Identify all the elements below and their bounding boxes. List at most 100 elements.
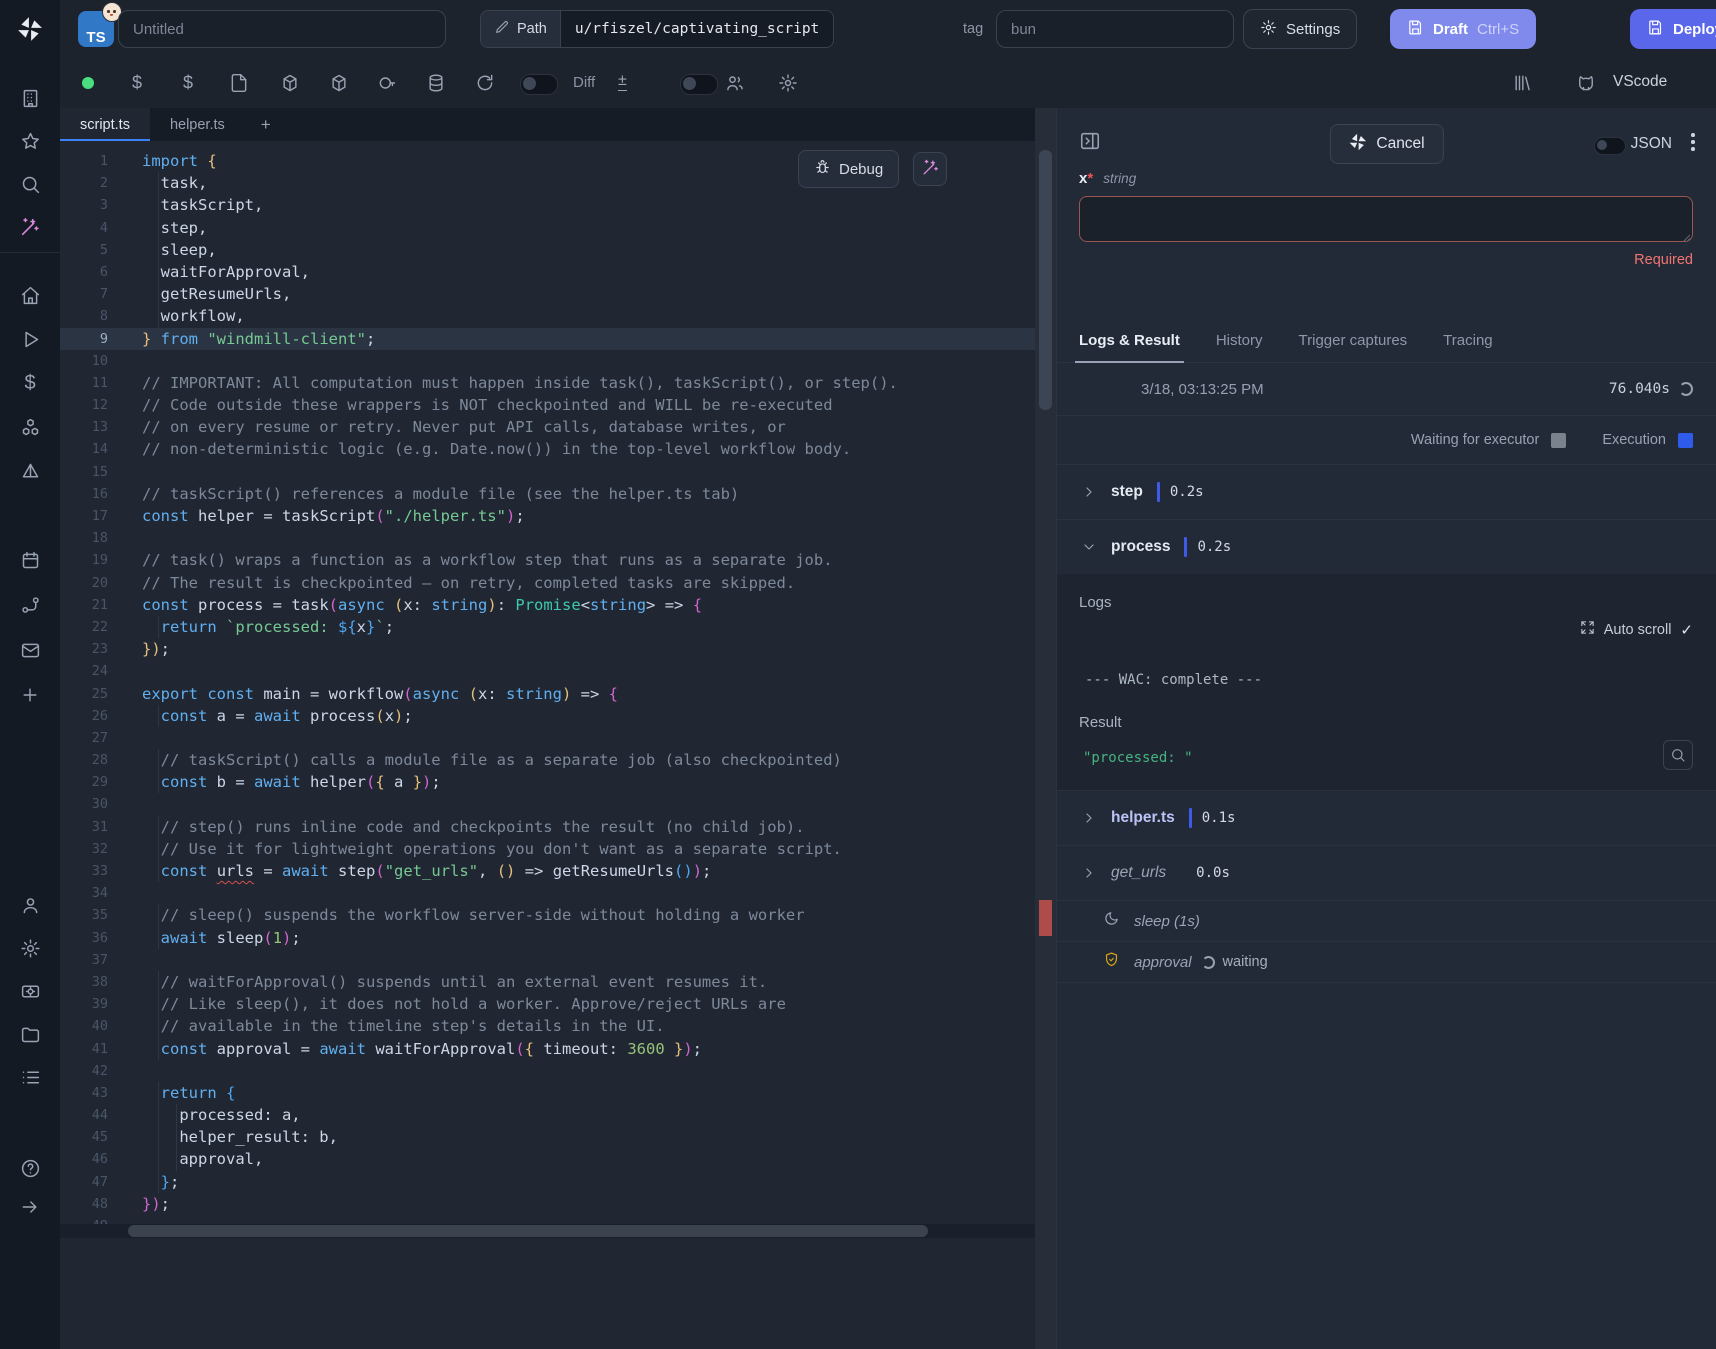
runs-play-icon[interactable] xyxy=(19,328,41,350)
collab-toggle[interactable] xyxy=(680,74,718,95)
path-edit-button[interactable]: Path xyxy=(481,11,561,47)
settings-gear-icon[interactable] xyxy=(19,937,41,959)
line-number: 8 xyxy=(60,305,122,327)
get-urls-name: get_urls xyxy=(1111,864,1166,882)
shield-icon xyxy=(1103,951,1120,973)
variables-dollar-icon[interactable]: $ xyxy=(19,372,41,394)
collapse-panel-icon[interactable] xyxy=(1079,130,1101,152)
folder-icon[interactable] xyxy=(19,1023,41,1045)
workspace-building-icon[interactable] xyxy=(19,87,41,109)
line-number: 25 xyxy=(60,683,122,705)
file-icon[interactable] xyxy=(229,73,249,93)
line-number: 7 xyxy=(60,283,122,305)
search-icon[interactable] xyxy=(19,173,41,195)
code-line: 35 // sleep() suspends the workflow serv… xyxy=(60,904,1035,926)
variables-dollar-icon[interactable]: $ xyxy=(183,73,193,94)
plus-icon[interactable] xyxy=(19,684,41,706)
cancel-label: Cancel xyxy=(1376,135,1424,153)
code-line: 16// taskScript() references a module fi… xyxy=(60,483,1035,505)
line-number: 5 xyxy=(60,239,122,261)
line-number: 6 xyxy=(60,261,122,283)
title-input[interactable] xyxy=(118,10,446,48)
favorites-star-icon[interactable] xyxy=(19,130,41,152)
resize-handle[interactable] xyxy=(1681,232,1690,241)
scrollbar-thumb[interactable] xyxy=(1039,150,1052,410)
expand-icon[interactable] xyxy=(1580,620,1595,639)
database-icon[interactable] xyxy=(426,73,446,93)
gear-icon[interactable] xyxy=(778,73,798,93)
path-value[interactable]: u/rfiszel/captivating_script xyxy=(561,11,833,47)
refresh-icon[interactable] xyxy=(475,73,495,93)
code-line: 9} from "windmill-client"; xyxy=(60,328,1035,350)
scrollbar-thumb[interactable] xyxy=(128,1225,928,1237)
vscode-cat-icon[interactable] xyxy=(1576,73,1596,93)
windmill-logo-icon[interactable] xyxy=(16,15,44,43)
home-icon[interactable] xyxy=(19,284,41,306)
chevron-down-icon[interactable] xyxy=(1081,539,1097,555)
list-icon[interactable] xyxy=(19,1066,41,1088)
save-icon xyxy=(1407,19,1424,40)
timeline-row-step[interactable]: step 0.2s xyxy=(1057,465,1716,520)
deploy-button[interactable]: Deploy xyxy=(1630,9,1716,49)
schedules-calendar-icon[interactable] xyxy=(19,549,41,571)
timeline-row-process[interactable]: process 0.2s xyxy=(1057,520,1716,574)
diff-toggle[interactable] xyxy=(520,74,558,95)
editor-tabbar: script.ts helper.ts + xyxy=(60,108,1035,141)
prism-icon[interactable] xyxy=(19,460,41,482)
package-icon[interactable] xyxy=(280,73,300,93)
chevron-right-icon[interactable] xyxy=(1081,484,1097,500)
tab-history[interactable]: History xyxy=(1216,318,1263,362)
code-line: 23}); xyxy=(60,638,1035,660)
code-line: 40 // available in the timeline step's d… xyxy=(60,1015,1035,1037)
timeline-row-helper[interactable]: helper.ts 0.1s xyxy=(1057,791,1716,846)
assets-dollar-icon[interactable]: $ xyxy=(132,73,142,94)
tab-helper-ts[interactable]: helper.ts xyxy=(150,108,245,141)
tab-tracing[interactable]: Tracing xyxy=(1443,318,1492,362)
draft-button[interactable]: Draft Ctrl+S xyxy=(1390,9,1536,49)
timeline-row-approval[interactable]: approval waiting xyxy=(1057,942,1716,983)
users-icon[interactable] xyxy=(725,73,745,93)
line-number: 32 xyxy=(60,838,122,860)
package-icon-2[interactable] xyxy=(329,73,349,93)
key-icon[interactable] xyxy=(377,73,397,93)
code-line: 39 // Like sleep(), it does not hold a w… xyxy=(60,993,1035,1015)
settings-button[interactable]: Settings xyxy=(1243,9,1357,49)
field-x-input[interactable] xyxy=(1079,196,1693,242)
help-icon[interactable] xyxy=(19,1157,41,1179)
mail-icon[interactable] xyxy=(19,639,41,661)
tab-script-ts[interactable]: script.ts xyxy=(60,108,150,141)
library-icon[interactable] xyxy=(1512,73,1532,93)
resources-boxes-icon[interactable] xyxy=(19,416,41,438)
chevron-right-icon[interactable] xyxy=(1081,865,1097,881)
run-timestamp-row[interactable]: 3/18, 03:13:25 PM 76.040s xyxy=(1057,363,1716,416)
kebab-menu-icon[interactable] xyxy=(1690,133,1696,151)
new-tab-button[interactable]: + xyxy=(245,108,287,141)
debug-button[interactable]: Debug xyxy=(798,150,899,188)
autoscroll-control[interactable]: Auto scroll ✓ xyxy=(1580,620,1693,639)
json-toggle[interactable] xyxy=(1594,137,1626,155)
user-icon[interactable] xyxy=(19,894,41,916)
code-line: 20// The result is checkpointed — on ret… xyxy=(60,572,1035,594)
ai-wand-icon[interactable] xyxy=(19,216,41,238)
vertical-scrollbar[interactable] xyxy=(1035,108,1056,1349)
diff-plusminus-icon: ± xyxy=(618,71,627,91)
status-dot xyxy=(82,77,94,89)
vscode-label[interactable]: VScode xyxy=(1613,73,1667,91)
routes-flow-icon[interactable] xyxy=(19,594,41,616)
tab-logs-result[interactable]: Logs & Result xyxy=(1079,318,1180,362)
tab-trigger-captures[interactable]: Trigger captures xyxy=(1299,318,1408,362)
timeline-row-sleep[interactable]: sleep (1s) xyxy=(1057,901,1716,942)
magnifier-icon[interactable] xyxy=(1663,740,1693,770)
timeline-row-get-urls[interactable]: get_urls 0.0s xyxy=(1057,846,1716,901)
cancel-button[interactable]: Cancel xyxy=(1329,124,1443,164)
horizontal-scrollbar[interactable] xyxy=(60,1224,1035,1238)
code-line: 29 const b = await helper({ a }); xyxy=(60,771,1035,793)
tag-input[interactable] xyxy=(996,10,1234,48)
code-lines[interactable]: 1import {2 task,3 taskScript,4 step,5 sl… xyxy=(60,150,1035,1237)
path-group[interactable]: Path u/rfiszel/captivating_script xyxy=(480,10,834,48)
log-output: --- WAC: complete --- xyxy=(1085,672,1262,688)
ai-wand-button[interactable] xyxy=(913,152,947,186)
workers-icon[interactable] xyxy=(19,980,41,1002)
expand-arrow-icon[interactable] xyxy=(19,1196,41,1218)
chevron-right-icon[interactable] xyxy=(1081,810,1097,826)
